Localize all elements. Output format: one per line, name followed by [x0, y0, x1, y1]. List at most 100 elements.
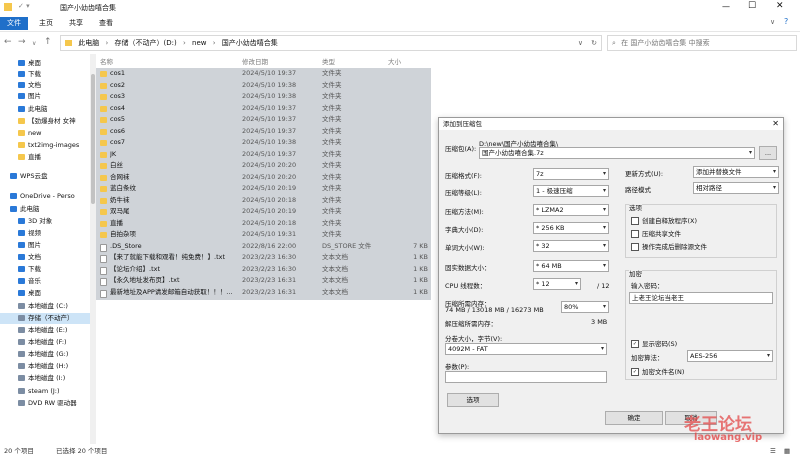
nav-item[interactable]: DVD RW 驱动器 — [0, 398, 90, 409]
file-row[interactable]: 【来了就能下载和观看！纯免费！】.txt 2023/2/23 16:30 文本文档 1… — [96, 252, 431, 264]
update-mode-combo[interactable]: 添加并替换文件 ▾ — [693, 166, 779, 178]
file-row[interactable]: 自拍杂项 2024/5/10 19:31 文件夹 — [96, 229, 431, 241]
memory-percent-combo[interactable]: 80% ▾ — [561, 301, 609, 313]
nav-item[interactable]: 直播 — [0, 152, 90, 163]
close-icon[interactable]: ✕ — [772, 118, 779, 130]
nav-item[interactable]: 本地磁盘 (C:) — [0, 301, 90, 312]
file-row[interactable]: 【论坛介绍】.txt 2023/2/23 16:30 文本文档 1 KB — [96, 264, 431, 276]
chevron-down-icon[interactable]: ∨ — [578, 36, 583, 50]
nav-item[interactable]: txt2img-images — [0, 140, 90, 151]
field-combo[interactable]: * 12 ▾ — [533, 278, 581, 290]
nav-item[interactable]: steam (J:) — [0, 386, 90, 397]
nav-item[interactable]: 此电脑 — [0, 204, 82, 215]
field-combo[interactable]: * LZMA2 ▾ — [533, 204, 609, 216]
path-mode-combo[interactable]: 相对路径 ▾ — [693, 182, 779, 194]
file-row[interactable]: cos2 2024/5/10 19:38 文件夹 — [96, 80, 431, 92]
nav-item[interactable]: 本地磁盘 (I:) — [0, 373, 90, 384]
minimize-icon[interactable]: — — [722, 2, 730, 11]
nav-item[interactable]: 本地磁盘 (G:) — [0, 349, 90, 360]
file-row[interactable]: 直播 2024/5/10 20:18 文件夹 — [96, 218, 431, 230]
file-row[interactable]: .DS_Store 2022/8/16 22:00 DS_STORE 文件 7 KB — [96, 241, 431, 253]
tab-file[interactable]: 文件 — [0, 17, 28, 30]
split-combo[interactable]: 4092M - FAT ▾ — [445, 343, 607, 355]
file-row[interactable]: 白丝 2024/5/10 20:20 文件夹 — [96, 160, 431, 172]
tab-home[interactable]: 主页 — [32, 17, 60, 30]
nav-item[interactable]: 本地磁盘 (E:) — [0, 325, 90, 336]
nav-item[interactable]: 存储（不动产） — [0, 313, 90, 324]
field-combo[interactable]: * 32 ▾ — [533, 240, 609, 252]
file-row[interactable]: 双马尾 2024/5/10 20:19 文件夹 — [96, 206, 431, 218]
nav-item[interactable]: 下载 — [0, 264, 90, 275]
breadcrumb-new[interactable]: new — [192, 39, 206, 47]
file-row[interactable]: 合网袜 2024/5/10 20:20 文件夹 — [96, 172, 431, 184]
parameters-input[interactable] — [445, 371, 607, 383]
file-row[interactable]: 奶牛袜 2024/5/10 20:18 文件夹 — [96, 195, 431, 207]
column-name[interactable]: 名称 — [100, 56, 113, 66]
file-row[interactable]: 蓝白条纹 2024/5/10 20:19 文件夹 — [96, 183, 431, 195]
column-date[interactable]: 修改日期 — [242, 56, 268, 66]
history-dropdown-icon[interactable]: ∨ — [32, 38, 36, 50]
nav-item[interactable]: OneDrive - Perso — [0, 191, 82, 202]
nav-item[interactable]: 视频 — [0, 228, 90, 239]
field-combo[interactable]: * 64 MB ▾ — [533, 260, 609, 272]
field-combo[interactable]: 7z ▾ — [533, 168, 609, 180]
nav-item[interactable]: 桌面 — [0, 288, 90, 299]
breadcrumb-current[interactable]: 国产小幼齿嘻合集 — [222, 39, 278, 47]
maximize-icon[interactable]: ☐ — [748, 1, 756, 11]
ok-button[interactable]: 确定 — [605, 411, 663, 425]
nav-item[interactable]: 本地磁盘 (F:) — [0, 337, 90, 348]
shared-files-checkbox[interactable]: 压缩共享文件 — [631, 228, 681, 238]
close-icon[interactable]: ✕ — [776, 1, 784, 11]
tab-share[interactable]: 共享 — [62, 17, 90, 30]
file-row[interactable]: cos4 2024/5/10 19:37 文件夹 — [96, 103, 431, 115]
encryption-method-combo[interactable]: AES-256 ▾ — [687, 350, 773, 362]
nav-item[interactable]: new — [0, 128, 90, 139]
nav-item[interactable]: 此电脑 — [0, 104, 90, 115]
file-row[interactable]: JK 2024/5/10 19:37 文件夹 — [96, 149, 431, 161]
options-button[interactable]: 选项 — [447, 393, 499, 407]
thumbnail-view-icon[interactable]: ▦ — [784, 444, 790, 458]
chevron-down-icon[interactable]: ∨ — [770, 18, 775, 26]
help-icon[interactable]: ? — [784, 17, 788, 26]
nav-item[interactable]: 下载 — [0, 69, 90, 80]
sfx-checkbox[interactable]: 创建自释放程序(X) — [631, 215, 697, 225]
nav-item[interactable]: 【劲爆身材 女神 — [0, 116, 90, 127]
details-view-icon[interactable]: ☰ — [770, 444, 776, 458]
encrypt-names-checkbox[interactable]: ✓ 加密文件名(N) — [631, 366, 684, 376]
file-row[interactable]: cos1 2024/5/10 19:37 文件夹 — [96, 68, 431, 80]
breadcrumb-drive-d[interactable]: 存储（不动产）(D:) — [115, 39, 177, 47]
column-type[interactable]: 类型 — [322, 56, 335, 66]
back-icon[interactable]: ← — [4, 36, 12, 48]
password-input[interactable]: 上老王论坛当老王 — [629, 292, 773, 304]
breadcrumb-this-pc[interactable]: 此电脑 — [78, 39, 99, 47]
address-bar[interactable]: 此电脑 › 存储（不动产）(D:) › new › 国产小幼齿嘻合集 ∨ ↻ — [60, 35, 602, 51]
file-row[interactable]: cos6 2024/5/10 19:37 文件夹 — [96, 126, 431, 138]
quick-access-toolbar[interactable]: ✓ ▾ — [18, 2, 30, 10]
forward-icon[interactable]: → — [18, 36, 26, 48]
nav-item[interactable]: 文档 — [0, 80, 90, 91]
nav-item[interactable]: 图片 — [0, 91, 90, 102]
nav-item[interactable]: 桌面 — [0, 58, 90, 69]
tab-view[interactable]: 查看 — [92, 17, 120, 30]
browse-button[interactable]: ... — [759, 146, 777, 160]
nav-item[interactable]: 图片 — [0, 240, 90, 251]
file-row[interactable]: 最新地址及APP请发邮箱自动获取！！！... 2023/2/23 16:31 文本文… — [96, 287, 431, 299]
delete-after-checkbox[interactable]: 操作完成后删除源文件 — [631, 241, 707, 251]
file-row[interactable]: cos5 2024/5/10 19:37 文件夹 — [96, 114, 431, 126]
file-row[interactable]: cos3 2024/5/10 19:38 文件夹 — [96, 91, 431, 103]
nav-item[interactable]: 文档 — [0, 252, 90, 263]
refresh-icon[interactable]: ↻ — [591, 36, 597, 50]
column-size[interactable]: 大小 — [388, 56, 401, 66]
archive-name-combo[interactable]: 国产小幼齿嘻合集.7z ▾ — [479, 147, 755, 159]
show-password-checkbox[interactable]: ✓ 显示密码(S) — [631, 338, 677, 348]
nav-item[interactable]: 3D 对象 — [0, 216, 90, 227]
nav-item[interactable]: 本地磁盘 (H:) — [0, 361, 90, 372]
up-icon[interactable]: ↑ — [44, 36, 52, 48]
nav-item[interactable]: 音乐 — [0, 276, 90, 287]
field-combo[interactable]: * 256 KB ▾ — [533, 222, 609, 234]
scrollbar-thumb[interactable] — [91, 74, 95, 204]
nav-item[interactable]: WPS云盘 — [0, 171, 82, 182]
file-row[interactable]: cos7 2024/5/10 19:38 文件夹 — [96, 137, 431, 149]
search-input[interactable]: ⌕ 在 国产小幼齿嘻合集 中搜索 — [607, 35, 797, 51]
field-combo[interactable]: 1 - 极速压缩 ▾ — [533, 185, 609, 197]
